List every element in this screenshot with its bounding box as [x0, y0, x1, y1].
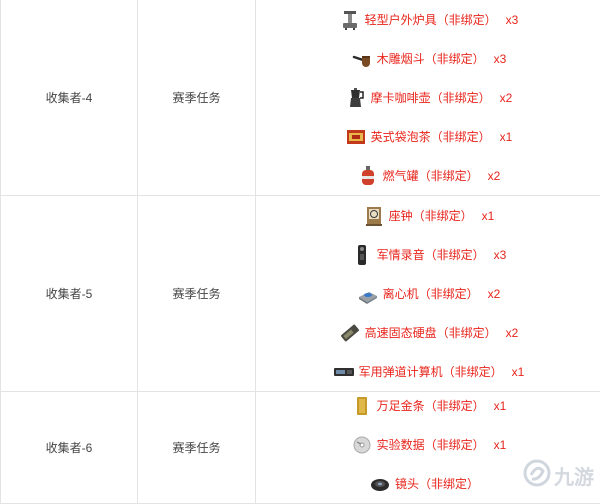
- list-item: 轻型户外炉具（非绑定） x3: [256, 0, 600, 39]
- item-name: 军用弹道计算机（非绑定）: [359, 363, 503, 380]
- item-name: 英式袋泡茶（非绑定）: [371, 128, 491, 145]
- item-quantity: x1: [494, 438, 507, 452]
- item-list: 轻型户外炉具（非绑定） x3 木雕烟斗（非绑定） x3 摩卡咖啡壶（非绑定） x2 英式袋泡…: [256, 0, 600, 195]
- moka-pot-icon: [345, 87, 367, 109]
- item-name: 木雕烟斗（非绑定）: [377, 50, 485, 67]
- centrifuge-icon: [357, 283, 379, 305]
- list-item: 军情录音（非绑定） x3: [256, 235, 600, 274]
- quest-type-cell: 赛季任务: [138, 392, 256, 504]
- item-quantity: x2: [488, 169, 501, 183]
- item-quantity: x3: [494, 248, 507, 262]
- item-name: 实验数据（非绑定）: [377, 436, 485, 453]
- item-name: 摩卡咖啡壶（非绑定）: [371, 89, 491, 106]
- list-item: 万足金条（非绑定） x1: [256, 386, 600, 425]
- item-quantity: x2: [488, 287, 501, 301]
- item-quantity: x2: [500, 91, 513, 105]
- item-quantity: x1: [512, 365, 525, 379]
- lens-icon: [369, 473, 391, 495]
- table-row: 收集者-5赛季任务座钟（非绑定）x1军情录音（非绑定）x3离心机（非绑定）x2高…: [1, 196, 600, 392]
- gas-canister-icon: [357, 165, 379, 187]
- data-disc-icon: [351, 434, 373, 456]
- item-quantity: x2: [506, 326, 519, 340]
- item-quantity: x1: [494, 399, 507, 413]
- ballistic-computer-icon: [333, 361, 355, 383]
- list-item: 座钟（非绑定） x1: [256, 196, 600, 235]
- item-name: 高速固态硬盘（非绑定）: [365, 324, 497, 341]
- item-name: 燃气罐（非绑定）: [383, 167, 479, 184]
- item-quantity: x1: [482, 209, 495, 223]
- voice-recorder-icon: [351, 244, 373, 266]
- table-row: 收集者-6赛季任务 万足金条（非绑定） x1 实验数据（非绑定） x1 镜头（非绑定）: [1, 392, 600, 504]
- camping-stove-icon: [339, 9, 361, 31]
- list-item: 离心机（非绑定） x2: [256, 274, 600, 313]
- quest-type-cell: 赛季任务: [138, 196, 256, 392]
- list-item: 燃气罐（非绑定） x2: [256, 156, 600, 195]
- quest-type-cell: 赛季任务: [138, 0, 256, 196]
- item-quantity: x1: [500, 130, 513, 144]
- list-item: 木雕烟斗（非绑定） x3: [256, 39, 600, 78]
- jiuyou-logo-icon: [522, 458, 554, 493]
- item-name: 万足金条（非绑定）: [377, 397, 485, 414]
- list-item: 高速固态硬盘（非绑定） x2: [256, 313, 600, 352]
- gold-bar-icon: [351, 395, 373, 417]
- list-item: 英式袋泡茶（非绑定） x1: [256, 117, 600, 156]
- quest-table: 收集者-4赛季任务轻型户外炉具（非绑定）x3木雕烟斗（非绑定）x3摩卡咖啡壶（非…: [0, 0, 600, 504]
- item-list: 座钟（非绑定）x1军情录音（非绑定）x3离心机（非绑定）x2高速固态硬盘（非绑定…: [256, 196, 600, 391]
- collector-cell: 收集者-6: [1, 392, 138, 504]
- watermark-text: 九游: [554, 461, 594, 490]
- ssd-icon: [339, 322, 361, 344]
- item-name: 座钟（非绑定）: [389, 207, 473, 224]
- list-item: 摩卡咖啡壶（非绑定） x2: [256, 78, 600, 117]
- item-name: 军情录音（非绑定）: [377, 246, 485, 263]
- collector-cell: 收集者-5: [1, 196, 138, 392]
- item-quantity: x3: [506, 13, 519, 27]
- desk-clock-icon: [363, 205, 385, 227]
- item-name: 镜头（非绑定）: [395, 475, 479, 492]
- watermark: 九游: [522, 458, 594, 493]
- table-row: 收集者-4赛季任务 轻型户外炉具（非绑定） x3 木雕烟斗（非绑定） x3 摩卡咖啡壶（非…: [1, 0, 600, 196]
- required-items-cell: 座钟（非绑定）x1军情录音（非绑定）x3离心机（非绑定）x2高速固态硬盘（非绑定…: [256, 196, 600, 392]
- item-quantity: x3: [494, 52, 507, 66]
- item-name: 轻型户外炉具（非绑定）: [365, 11, 497, 28]
- item-name: 离心机（非绑定）: [383, 285, 479, 302]
- collector-cell: 收集者-4: [1, 0, 138, 196]
- tea-box-icon: [345, 126, 367, 148]
- tobacco-pipe-icon: [351, 48, 373, 70]
- required-items-cell: 轻型户外炉具（非绑定） x3 木雕烟斗（非绑定） x3 摩卡咖啡壶（非绑定） x2 英式袋泡…: [256, 0, 600, 196]
